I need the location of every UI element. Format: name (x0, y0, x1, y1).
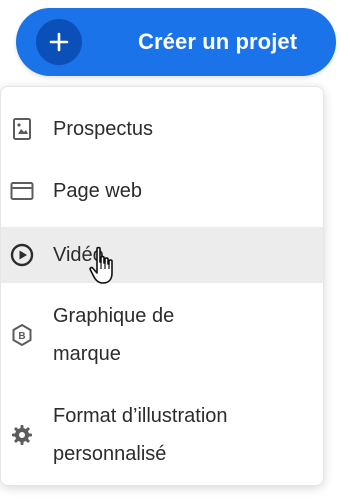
webpage-icon (9, 178, 35, 204)
project-type-menu: Prospectus Page web Vidéo B Graphique de… (0, 86, 324, 486)
menu-item-label: Vidéo (53, 244, 104, 266)
menu-item-label: Graphique de marque (53, 305, 175, 365)
plus-icon (36, 19, 82, 65)
menu-item-webpage[interactable]: Page web (1, 165, 323, 217)
menu-item-label: Page web (53, 180, 142, 202)
play-icon (9, 242, 35, 268)
svg-text:B: B (18, 331, 25, 342)
menu-item-label: Prospectus (53, 118, 154, 140)
menu-item-custom-size[interactable]: Format d’illustration personnalisé (1, 393, 323, 477)
create-menu-stage: Créer un projet Prospectus Page web Vidé… (0, 0, 350, 500)
flyer-icon (9, 116, 35, 142)
menu-item-brand-graphic[interactable]: B Graphique de marque (1, 293, 323, 377)
menu-item-video[interactable]: Vidéo (1, 227, 323, 283)
menu-item-flyer[interactable]: Prospectus (1, 103, 323, 155)
menu-item-label: Format d’illustration personnalisé (53, 405, 228, 465)
gear-icon (9, 422, 35, 448)
create-project-button[interactable]: Créer un projet (16, 8, 336, 76)
create-project-label: Créer un projet (138, 29, 298, 54)
brand-graphic-icon: B (9, 322, 35, 348)
